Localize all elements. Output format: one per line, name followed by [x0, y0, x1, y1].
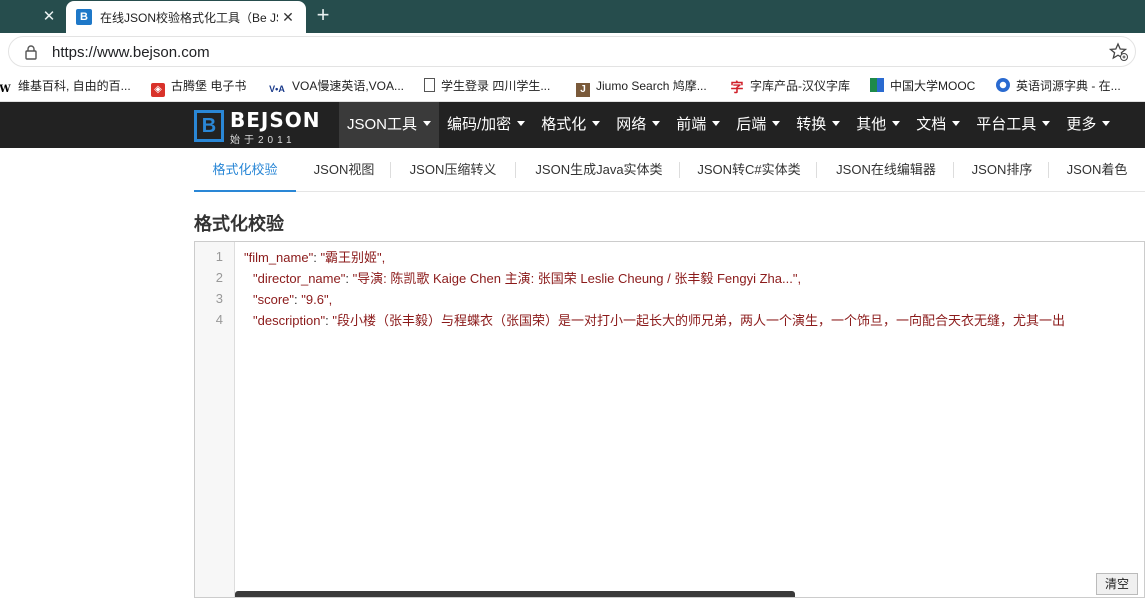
etymology-icon	[996, 78, 1010, 92]
caret-down-icon	[517, 121, 526, 126]
url-text[interactable]: https://www.bejson.com	[52, 44, 210, 61]
wikipedia-icon: W	[0, 84, 11, 95]
caret-down-icon	[423, 121, 432, 126]
menu-docs[interactable]: 文档	[908, 102, 968, 148]
voa-icon: V•A	[269, 84, 285, 94]
menu-json-tools[interactable]: JSON工具	[339, 102, 440, 148]
caret-down-icon	[1042, 121, 1051, 126]
bookmarks-bar: W 维基百科, 自由的百... ◈ 古腾堡 电子书 V•A VOA慢速英语,VOA..…	[0, 70, 1145, 102]
tab-separator	[953, 162, 954, 178]
code-line[interactable]: "film_name": "霸王别姬",	[244, 247, 385, 268]
tab-json-color[interactable]: JSON着色	[1052, 148, 1142, 192]
bookmark-etymology[interactable]: 英语词源字典 - 在...	[996, 77, 1121, 95]
tab-json-to-java[interactable]: JSON生成Java实体类	[519, 148, 679, 192]
bookmark-mooc[interactable]: 中国大学MOOC	[870, 77, 975, 95]
caret-down-icon	[652, 121, 661, 126]
logo-b-icon: B	[194, 110, 224, 142]
menu-network[interactable]: 网络	[608, 102, 668, 148]
bejson-favicon-icon: B	[76, 9, 92, 25]
menu-backend[interactable]: 后端	[728, 102, 788, 148]
caret-down-icon	[952, 121, 961, 126]
favorite-star-icon[interactable]	[1109, 42, 1129, 62]
line-number: 3	[215, 291, 223, 306]
caret-down-icon	[832, 121, 841, 126]
line-number: 4	[215, 312, 223, 327]
bookmark-jiumo[interactable]: J Jiumo Search 鸠摩...	[576, 77, 707, 97]
mooc-icon	[870, 78, 884, 92]
menu-platform-tools[interactable]: 平台工具	[968, 102, 1058, 148]
tool-subtabs: 格式化校验 JSON视图 JSON压缩转义 JSON生成Java实体类 JSON…	[194, 148, 1145, 192]
tab-json-sort[interactable]: JSON排序	[957, 148, 1047, 192]
browser-tab-active[interactable]: B 在线JSON校验格式化工具（Be JSON） ✕	[66, 1, 306, 33]
bookmark-gutenberg[interactable]: ◈ 古腾堡 电子书	[151, 77, 246, 97]
caret-down-icon	[592, 121, 601, 126]
line-number: 2	[215, 270, 223, 285]
tab-separator	[1048, 162, 1049, 178]
caret-down-icon	[772, 121, 781, 126]
menu-other[interactable]: 其他	[848, 102, 908, 148]
tab-format-validate[interactable]: 格式化校验	[194, 148, 296, 192]
tab-json-online-editor[interactable]: JSON在线编辑器	[820, 148, 952, 192]
bookmark-voa[interactable]: V•A VOA慢速英语,VOA...	[268, 77, 404, 95]
caret-down-icon	[712, 121, 721, 126]
caret-down-icon	[1102, 121, 1111, 126]
menu-format[interactable]: 格式化	[533, 102, 608, 148]
tab-separator	[679, 162, 680, 178]
tab-separator	[816, 162, 817, 178]
site-navbar: B BEJSON 始于2011 JSON工具 编码/加密 格式化 网络 前端 后…	[0, 102, 1145, 148]
new-tab-plus-icon[interactable]: +	[310, 4, 336, 28]
tab-json-view[interactable]: JSON视图	[300, 148, 388, 192]
bookmark-wikipedia[interactable]: W 维基百科, 自由的百...	[0, 77, 131, 95]
tab-json-compress[interactable]: JSON压缩转义	[394, 148, 512, 192]
bookmark-hanyi[interactable]: 字字库产品-汉仪字库	[730, 77, 850, 95]
code-line[interactable]: "director_name": "导演: 陈凯歌 Kaige Chen 主演:…	[253, 268, 801, 289]
menu-convert[interactable]: 转换	[788, 102, 848, 148]
code-line[interactable]: "score": "9.6",	[253, 289, 332, 310]
address-bar[interactable]: https://www.bejson.com	[8, 36, 1136, 67]
browser-tabstrip: ✕ B 在线JSON校验格式化工具（Be JSON） ✕ +	[0, 0, 1145, 33]
page-icon	[424, 78, 435, 92]
lock-icon[interactable]	[23, 44, 39, 60]
line-number-gutter: 1 2 3 4	[195, 242, 235, 597]
caret-down-icon	[892, 121, 901, 126]
tab-close-icon[interactable]: ✕	[279, 8, 297, 26]
line-number: 1	[215, 249, 223, 264]
menu-more[interactable]: 更多	[1058, 102, 1118, 148]
menu-encoding[interactable]: 编码/加密	[439, 102, 533, 148]
json-editor[interactable]: 1 2 3 4 "film_name": "霸王别姬", "director_n…	[194, 241, 1145, 598]
inactive-tab-close-icon[interactable]: ✕	[40, 8, 58, 26]
bookmark-student-login[interactable]: 学生登录 四川学生...	[424, 77, 550, 95]
browser-toolbar: https://www.bejson.com	[0, 33, 1145, 70]
page-title: 格式化校验	[194, 214, 284, 234]
jiumo-icon: J	[576, 83, 590, 97]
main-menu: JSON工具 编码/加密 格式化 网络 前端 后端 转换 其他 文档 平台工具 …	[339, 102, 1118, 148]
gutenberg-icon: ◈	[151, 83, 165, 97]
code-line[interactable]: "description": "段小楼（张丰毅）与程蝶衣（张国荣）是一对打小一起…	[253, 310, 1065, 331]
horizontal-scrollbar[interactable]	[235, 591, 795, 597]
tab-separator	[515, 162, 516, 178]
menu-frontend[interactable]: 前端	[668, 102, 728, 148]
clear-button[interactable]: 清空	[1096, 573, 1138, 595]
hanyi-icon: 字	[730, 80, 744, 95]
tab-json-to-csharp[interactable]: JSON转C#实体类	[683, 148, 815, 192]
tab-title: 在线JSON校验格式化工具（Be JSON）	[100, 11, 278, 25]
tab-separator	[390, 162, 391, 178]
